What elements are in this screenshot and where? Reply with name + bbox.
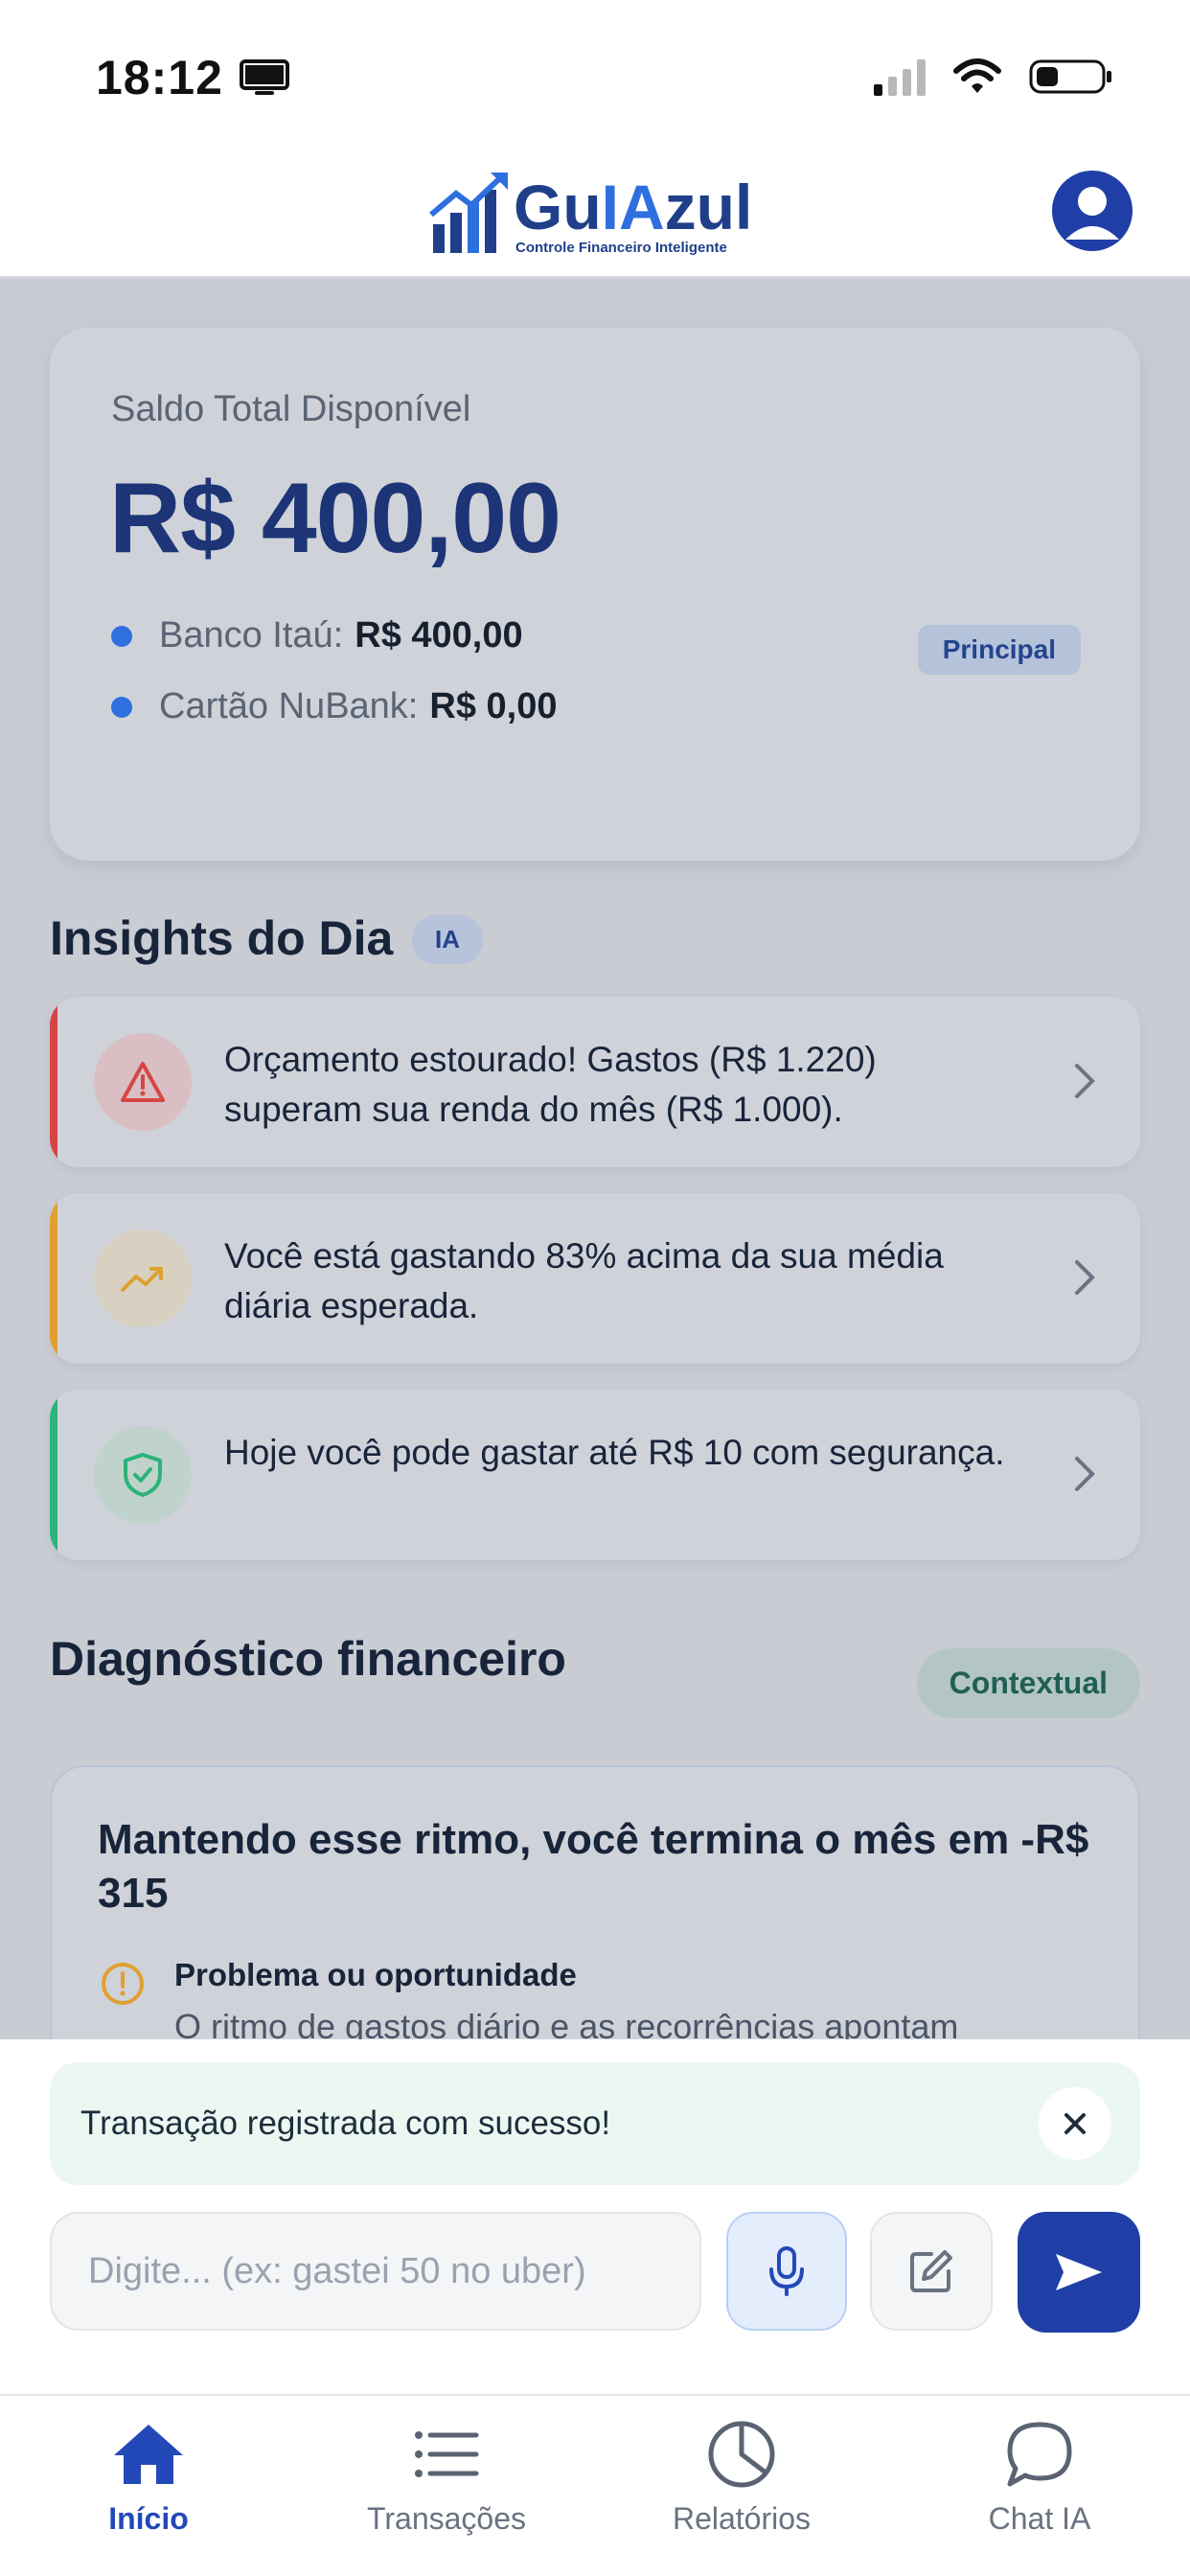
profile-avatar[interactable]	[1052, 171, 1133, 251]
insight-icon-wrap	[94, 1033, 192, 1131]
diagnostic-card-title: Mantendo esse ritmo, você termina o mês …	[98, 1816, 1089, 1917]
send-icon	[1056, 2254, 1102, 2290]
balance-amount: R$ 400,00	[109, 463, 561, 574]
principal-badge: Principal	[917, 625, 1081, 675]
insight-text: Orçamento estourado! Gastos (R$ 1.220) s…	[224, 1040, 877, 1129]
pie-chart-icon	[708, 2421, 775, 2488]
insight-text: Hoje você pode gastar até R$ 10 com segu…	[224, 1433, 1005, 1472]
tab-label: Relatórios	[672, 2501, 812, 2536]
insight-stripe	[50, 1193, 57, 1364]
insights-title: Insights do Dia	[50, 911, 394, 965]
list-icon	[415, 2431, 479, 2477]
bottom-tab-bar: Início Transações Relatórios Chat IA	[0, 2394, 1190, 2576]
insight-stripe	[50, 997, 57, 1167]
insight-card-safe-spend[interactable]: Hoje você pode gastar até R$ 10 com segu…	[50, 1390, 1140, 1560]
insight-icon-wrap	[94, 1426, 192, 1524]
diagnostic-card[interactable]: Mantendo esse ritmo, você termina o mês …	[50, 1765, 1140, 2041]
logo-subtitle: Controle Financeiro Inteligente	[515, 240, 727, 256]
insight-card-spending[interactable]: Você está gastando 83% acima da sua médi…	[50, 1193, 1140, 1364]
balance-label: Saldo Total Disponível	[111, 389, 471, 429]
chevron-right-icon	[1075, 1260, 1095, 1295]
ia-badge: IA	[412, 915, 483, 964]
transaction-input[interactable]	[50, 2212, 701, 2331]
tab-label: Transações	[367, 2501, 526, 2536]
send-button[interactable]	[1018, 2212, 1140, 2333]
contextual-badge: Contextual	[916, 1648, 1140, 1718]
account-dot	[111, 625, 132, 647]
app-header: GuIAzul Controle Financeiro Inteligente	[0, 144, 1190, 278]
app-logo: GuIAzul Controle Financeiro Inteligente	[427, 165, 763, 261]
status-time: 18:12	[96, 51, 223, 104]
balance-card: Saldo Total Disponível R$ 400,00 Banco I…	[50, 328, 1140, 861]
home-icon	[114, 2425, 183, 2484]
close-icon	[1064, 2113, 1086, 2134]
insight-card-budget[interactable]: Orçamento estourado! Gastos (R$ 1.220) s…	[50, 997, 1140, 1167]
success-toast: Transação registrada com sucesso!	[50, 2062, 1140, 2185]
account-value: R$ 400,00	[355, 615, 523, 656]
edit-icon	[910, 2250, 952, 2292]
cell-signal-icon	[874, 58, 926, 96]
account-dot	[111, 696, 132, 718]
alert-circle-icon	[102, 1963, 144, 2005]
shield-check-icon	[124, 1453, 162, 1497]
logo-wordmark: GuIAzul	[514, 172, 753, 242]
tab-label: Início	[108, 2501, 189, 2536]
chat-bubble-icon	[1007, 2422, 1072, 2487]
voice-input-button[interactable]	[726, 2212, 847, 2331]
screen-mirroring-icon	[240, 59, 289, 95]
diagnostic-text: O ritmo de gastos diário e as recorrênci…	[174, 2007, 959, 2041]
chevron-right-icon	[1075, 1457, 1095, 1491]
insight-text: Você está gastando 83% acima da sua médi…	[224, 1236, 944, 1325]
diagnostic-title: Diagnóstico financeiro	[50, 1632, 566, 1686]
insight-stripe	[50, 1390, 57, 1560]
battery-icon	[1029, 59, 1111, 94]
warning-triangle-icon	[121, 1062, 165, 1102]
user-icon	[1065, 187, 1119, 240]
account-name: Cartão NuBank:	[159, 686, 419, 726]
tab-transacoes[interactable]: Transações	[341, 2419, 552, 2553]
tab-inicio[interactable]: Início	[43, 2419, 254, 2553]
tab-chat-ia[interactable]: Chat IA	[934, 2419, 1145, 2553]
toast-close-button[interactable]	[1039, 2087, 1111, 2160]
account-row-itau: Banco Itaú: R$ 400,00	[111, 615, 523, 656]
wifi-icon	[953, 58, 1001, 93]
tab-relatorios[interactable]: Relatórios	[636, 2419, 847, 2553]
composer-panel: Transação registrada com sucesso!	[0, 2039, 1190, 2394]
microphone-icon	[769, 2246, 804, 2296]
tab-label: Chat IA	[988, 2501, 1091, 2536]
trend-up-icon	[121, 1267, 163, 1292]
account-name: Banco Itaú:	[159, 615, 344, 656]
home-content[interactable]: Saldo Total Disponível R$ 400,00 Banco I…	[0, 278, 1190, 2041]
manual-entry-button[interactable]	[870, 2212, 993, 2331]
insight-icon-wrap	[94, 1230, 192, 1327]
account-value: R$ 0,00	[429, 686, 558, 726]
account-row-nubank: Cartão NuBank: R$ 0,00	[111, 686, 557, 727]
toast-message: Transação registrada com sucesso!	[80, 2104, 611, 2142]
logo-chart-icon	[429, 172, 508, 253]
chevron-right-icon	[1075, 1064, 1095, 1098]
status-bar: 18:12	[0, 0, 1190, 144]
diagnostic-subtitle: Problema ou oportunidade	[174, 1957, 577, 1992]
